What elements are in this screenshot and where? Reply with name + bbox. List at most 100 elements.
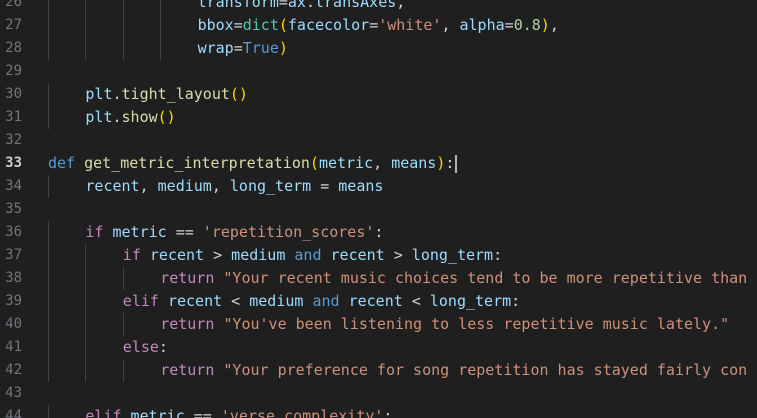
code-token: ,: [139, 177, 158, 195]
code-line[interactable]: 43: [0, 382, 757, 405]
indent-guide: [85, 244, 87, 267]
code-line[interactable]: 44 elif metric == 'verse_complexity':: [0, 405, 757, 418]
code-line[interactable]: 42 return "Your preference for song repet…: [0, 359, 757, 382]
code-token: transAxes: [315, 0, 397, 11]
code-token: wrap: [197, 39, 234, 57]
indent-guide: [48, 267, 49, 290]
code-token: <: [222, 292, 250, 310]
code-line[interactable]: 35: [0, 198, 757, 221]
indent-guide: [48, 221, 49, 244]
line-number: 32: [5, 132, 22, 148]
indent-guide: [85, 267, 87, 290]
code-token: return: [160, 269, 215, 287]
code-editor[interactable]: 26 transform=ax.transAxes, 27 bbox=dict(fac…: [0, 0, 757, 418]
code-token: =: [369, 16, 379, 34]
code-token: recent: [330, 246, 385, 264]
indent-guide: [160, 14, 162, 37]
code-line[interactable]: 36 if metric == 'repetition_scores':: [0, 221, 757, 244]
code-text[interactable]: else:: [123, 336, 168, 359]
code-token: "Your preference for song repetition has…: [223, 361, 748, 379]
code-token: "You've been listening to less repetitiv…: [223, 315, 730, 333]
code-token: ,: [373, 154, 392, 172]
code-text[interactable]: plt.tight_layout(): [85, 83, 248, 106]
code-line[interactable]: 28 wrap=True): [0, 37, 757, 60]
line-number: 28: [5, 40, 22, 56]
indent-guide: [122, 14, 124, 37]
code-text[interactable]: if metric == 'repetition_scores':: [85, 221, 383, 244]
code-line[interactable]: 40 return "You've been listening to less …: [0, 313, 757, 336]
code-token: =: [278, 0, 288, 11]
indent-guide: [48, 0, 49, 14]
code-line[interactable]: 27 bbox=dict(facecolor='white', alpha=0.8…: [0, 14, 757, 37]
indent-guide: [85, 313, 87, 336]
indent-guide: [122, 0, 124, 14]
code-token: metric: [130, 407, 185, 418]
code-token: ==: [166, 223, 203, 241]
code-text[interactable]: elif metric == 'verse_complexity':: [85, 405, 392, 418]
line-number: 35: [5, 201, 22, 217]
code-token: ,: [396, 0, 406, 11]
indent-guide: [85, 37, 87, 60]
code-line[interactable]: 32: [0, 129, 757, 152]
code-line[interactable]: 41 else:: [0, 336, 757, 359]
code-token: if: [85, 223, 104, 241]
code-token: :: [374, 223, 384, 241]
code-text[interactable]: plt.show(): [85, 106, 175, 129]
code-line[interactable]: 31 plt.show(): [0, 106, 757, 129]
line-number: 34: [5, 178, 22, 194]
code-text[interactable]: wrap=True): [198, 37, 288, 60]
line-number: 40: [5, 316, 22, 332]
indent-guide: [122, 359, 124, 382]
indent-guide: [48, 37, 49, 60]
indent-guide: [48, 244, 49, 267]
code-token: dict: [242, 16, 279, 34]
line-number: 31: [5, 109, 22, 125]
code-text[interactable]: def get_metric_interpretation(metric, me…: [48, 152, 458, 175]
code-line[interactable]: 38 return "Your recent music choices tend…: [0, 267, 757, 290]
code-token: medium: [231, 246, 286, 264]
code-text[interactable]: return "Your preference for song repetit…: [160, 359, 747, 382]
code-text[interactable]: return "You've been listening to less re…: [160, 313, 729, 336]
code-text[interactable]: if recent > medium and recent > long_ter…: [123, 244, 502, 267]
code-token: (: [309, 154, 319, 172]
code-line[interactable]: 39 elif recent < medium and recent < long…: [0, 290, 757, 313]
code-token: elif: [122, 292, 159, 310]
code-token: bbox: [197, 16, 234, 34]
code-token: metric: [112, 223, 167, 241]
indent-guide: [85, 359, 87, 382]
code-token: long_term: [411, 246, 494, 264]
line-number: 30: [5, 86, 22, 102]
code-line[interactable]: 29: [0, 60, 757, 83]
code-line[interactable]: 37 if recent > medium and recent > long_t…: [0, 244, 757, 267]
code-token: ==: [184, 407, 221, 418]
code-lines[interactable]: 26 transform=ax.transAxes, 27 bbox=dict(fac…: [0, 0, 757, 418]
line-number: 44: [5, 408, 22, 418]
code-token: :: [158, 338, 168, 356]
line-number: 26: [5, 0, 22, 10]
code-text[interactable]: transform=ax.transAxes,: [198, 0, 406, 14]
code-text[interactable]: recent, medium, long_term = means: [85, 175, 383, 198]
code-token: (: [278, 16, 288, 34]
indent-guide: [85, 14, 87, 37]
code-line[interactable]: 34 recent, medium, long_term = means: [0, 175, 757, 198]
indent-guide: [48, 336, 49, 359]
code-text[interactable]: bbox=dict(facecolor='white', alpha=0.8),: [198, 14, 559, 37]
code-line[interactable]: 33 def get_metric_interpretation(metric, …: [0, 152, 757, 175]
code-token: 'white': [378, 16, 442, 34]
indent-guide: [48, 313, 49, 336]
code-line[interactable]: 26 transform=ax.transAxes,: [0, 0, 757, 14]
code-token: 'verse_complexity': [220, 407, 384, 418]
code-text[interactable]: elif recent < medium and recent < long_t…: [123, 290, 520, 313]
indent-guide: [48, 405, 49, 418]
code-token: 0.8: [513, 16, 541, 34]
code-token: ,: [441, 16, 460, 34]
code-token: :: [383, 407, 393, 418]
code-text[interactable]: return "Your recent music choices tend t…: [160, 267, 747, 290]
code-token: transform: [197, 0, 279, 11]
code-line[interactable]: 30 plt.tight_layout(): [0, 83, 757, 106]
indent-guide: [48, 175, 49, 198]
indent-guide: [160, 37, 162, 60]
code-token: plt: [85, 108, 113, 126]
